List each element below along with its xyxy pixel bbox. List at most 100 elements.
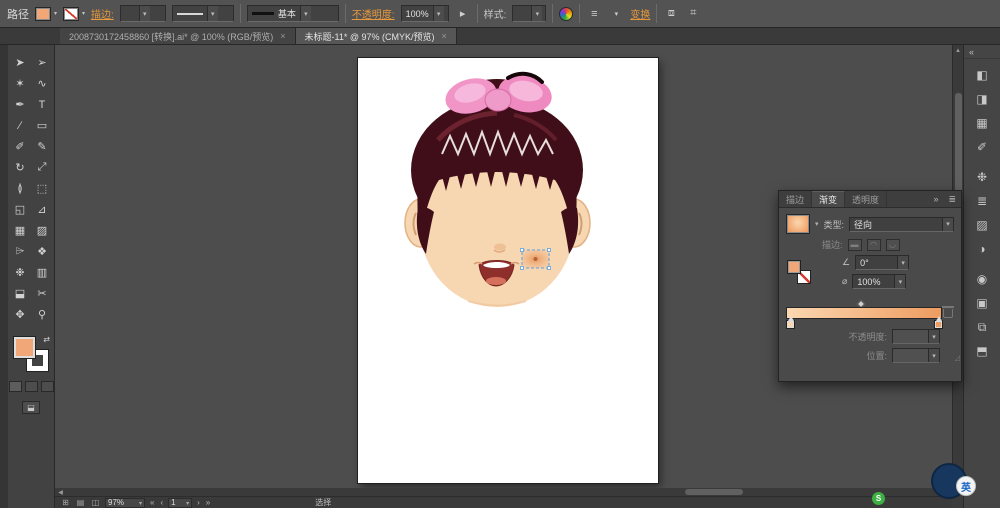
swatches-panel-icon[interactable]: ▦: [969, 111, 995, 135]
align-icon[interactable]: ≡: [586, 5, 602, 23]
artboard-tool[interactable]: ⬓: [9, 283, 31, 304]
tab-gradient[interactable]: 渐变: [812, 191, 845, 207]
scroll-up-icon[interactable]: ▲: [953, 45, 963, 56]
direct-selection-tool[interactable]: ➢: [31, 52, 53, 73]
hand-tool[interactable]: ✥: [9, 304, 31, 325]
document-tab-2[interactable]: 未标题-11* @ 97% (CMYK/预览) ×: [296, 28, 457, 44]
aspect-ratio-combo[interactable]: 100%: [852, 274, 906, 289]
tab-transparency[interactable]: 透明度: [845, 191, 887, 207]
stroke-panel-link[interactable]: 描边:: [91, 6, 114, 21]
zoom-level-combo[interactable]: 97%: [105, 498, 145, 508]
color-panel-icon[interactable]: ◧: [969, 63, 995, 87]
panel-resize-grip[interactable]: [955, 354, 960, 362]
magic-wand-tool[interactable]: ✶: [9, 73, 31, 94]
artboard-number-field[interactable]: 1: [168, 498, 192, 508]
close-tab-icon[interactable]: ×: [442, 31, 447, 41]
artboard[interactable]: [358, 58, 658, 483]
fill-dropdown-caret-icon[interactable]: ▾: [54, 10, 57, 17]
gradient-preview-swatch[interactable]: [786, 214, 810, 234]
color-guide-panel-icon[interactable]: ◨: [969, 87, 995, 111]
gradient-stop-end[interactable]: [934, 320, 943, 329]
panel-menu-icon[interactable]: ≣: [943, 191, 961, 207]
scale-tool[interactable]: ⤢: [31, 157, 53, 178]
document-tab-1[interactable]: 2008730172458860 [转换].ai* @ 100% (RGB/预览…: [60, 28, 296, 44]
transform-panel-link[interactable]: 变换: [630, 6, 650, 21]
proxy-fill-swatch[interactable]: [787, 260, 801, 274]
stroke-weight-combo[interactable]: [120, 5, 166, 22]
column-graph-tool[interactable]: ▥: [31, 262, 53, 283]
brushes-panel-icon[interactable]: ✐: [969, 135, 995, 159]
blend-tool[interactable]: ❖: [31, 241, 53, 262]
gradient-within-stroke-button[interactable]: ▬: [848, 239, 862, 251]
line-segment-tool[interactable]: ∕: [9, 115, 31, 136]
graphic-styles-panel-icon[interactable]: ▣: [969, 291, 995, 315]
stop-opacity-combo[interactable]: [892, 329, 940, 344]
selection-tool[interactable]: ➤: [9, 52, 31, 73]
first-artboard-button[interactable]: «: [149, 498, 155, 507]
gradient-ramp-bar[interactable]: [786, 307, 942, 319]
delete-stop-icon[interactable]: [943, 309, 953, 318]
paintbrush-tool[interactable]: ✐: [9, 136, 31, 157]
perspective-grid-tool[interactable]: ⊿: [31, 199, 53, 220]
close-tab-icon[interactable]: ×: [280, 31, 285, 41]
arrange-icon[interactable]: ⌗: [685, 5, 701, 23]
scroll-left-icon[interactable]: ◀: [55, 488, 66, 497]
swap-fill-stroke-icon[interactable]: [43, 335, 50, 344]
gradient-tool[interactable]: ▨: [31, 220, 53, 241]
tab-stroke[interactable]: 描边: [779, 191, 812, 207]
gradient-angle-combo[interactable]: 0°: [855, 255, 909, 270]
screen-mode-button[interactable]: [22, 401, 40, 414]
opacity-panel-link[interactable]: 不透明度:: [352, 6, 395, 21]
stroke-dropdown-caret-icon[interactable]: ▾: [82, 10, 85, 17]
free-transform-tool[interactable]: ⬚: [31, 178, 53, 199]
gradient-panel-icon[interactable]: ▨: [969, 213, 995, 237]
selected-gradient-object[interactable]: [521, 249, 551, 270]
rotate-tool[interactable]: ↻: [9, 157, 31, 178]
brush-definition-combo[interactable]: 基本: [247, 5, 339, 22]
symbols-panel-icon[interactable]: ❉: [969, 165, 995, 189]
slice-tool[interactable]: ✂: [31, 283, 53, 304]
symbol-sprayer-tool[interactable]: ❉: [9, 262, 31, 283]
zoom-tool[interactable]: ⚲: [31, 304, 53, 325]
last-artboard-button[interactable]: »: [205, 498, 211, 507]
pen-tool[interactable]: ✒: [9, 94, 31, 115]
pencil-tool[interactable]: ✎: [31, 136, 53, 157]
isolate-mode-icon[interactable]: ⧈: [663, 5, 679, 23]
lasso-tool[interactable]: ∿: [31, 73, 53, 94]
shape-builder-tool[interactable]: ◱: [9, 199, 31, 220]
next-artboard-button[interactable]: ›: [196, 498, 201, 507]
opacity-combo[interactable]: 100%: [401, 5, 449, 22]
draw-inside-button[interactable]: [41, 381, 54, 392]
sogou-ime-badge[interactable]: S: [872, 492, 885, 505]
status-icon-2[interactable]: ▤: [75, 498, 86, 507]
stroke-color-swatch[interactable]: [63, 7, 79, 21]
recolor-artwork-icon[interactable]: [559, 7, 573, 21]
draw-normal-button[interactable]: [9, 381, 22, 392]
gradient-type-combo[interactable]: 径向: [849, 217, 954, 232]
gradient-along-stroke-button[interactable]: ◠: [867, 239, 881, 251]
transparency-panel-icon[interactable]: ◑: [969, 237, 995, 261]
style-combo[interactable]: [512, 5, 546, 22]
fill-color-swatch[interactable]: [35, 7, 51, 21]
horizontal-scrollbar[interactable]: ◀ ▶: [55, 488, 952, 497]
gradient-stop-start[interactable]: [786, 320, 795, 329]
gradient-panel-header[interactable]: 描边 渐变 透明度 » ≣: [779, 191, 961, 208]
status-icon-3[interactable]: ◫: [90, 498, 101, 507]
previous-artboard-button[interactable]: ‹: [159, 498, 164, 507]
draw-behind-button[interactable]: [25, 381, 38, 392]
collapse-panel-icon[interactable]: »: [928, 191, 943, 207]
gradient-swatch-caret-icon[interactable]: ▾: [815, 220, 819, 228]
stop-location-combo[interactable]: [892, 348, 940, 363]
rectangle-tool[interactable]: ▭: [31, 115, 53, 136]
align-caret-icon[interactable]: ▾: [608, 5, 624, 23]
mesh-tool[interactable]: ▦: [9, 220, 31, 241]
ime-language-badge[interactable]: 英: [956, 476, 976, 496]
width-profile-combo[interactable]: [172, 5, 234, 22]
gradient-across-stroke-button[interactable]: ◡: [886, 239, 900, 251]
eyedropper-tool[interactable]: ⌲: [9, 241, 31, 262]
gradient-fill-stroke-proxy[interactable]: [787, 260, 811, 284]
horizontal-scroll-thumb[interactable]: [685, 489, 743, 495]
fill-proxy-swatch[interactable]: [14, 337, 35, 358]
expand-panels-button[interactable]: «: [964, 45, 1000, 59]
type-tool[interactable]: T: [31, 94, 53, 115]
